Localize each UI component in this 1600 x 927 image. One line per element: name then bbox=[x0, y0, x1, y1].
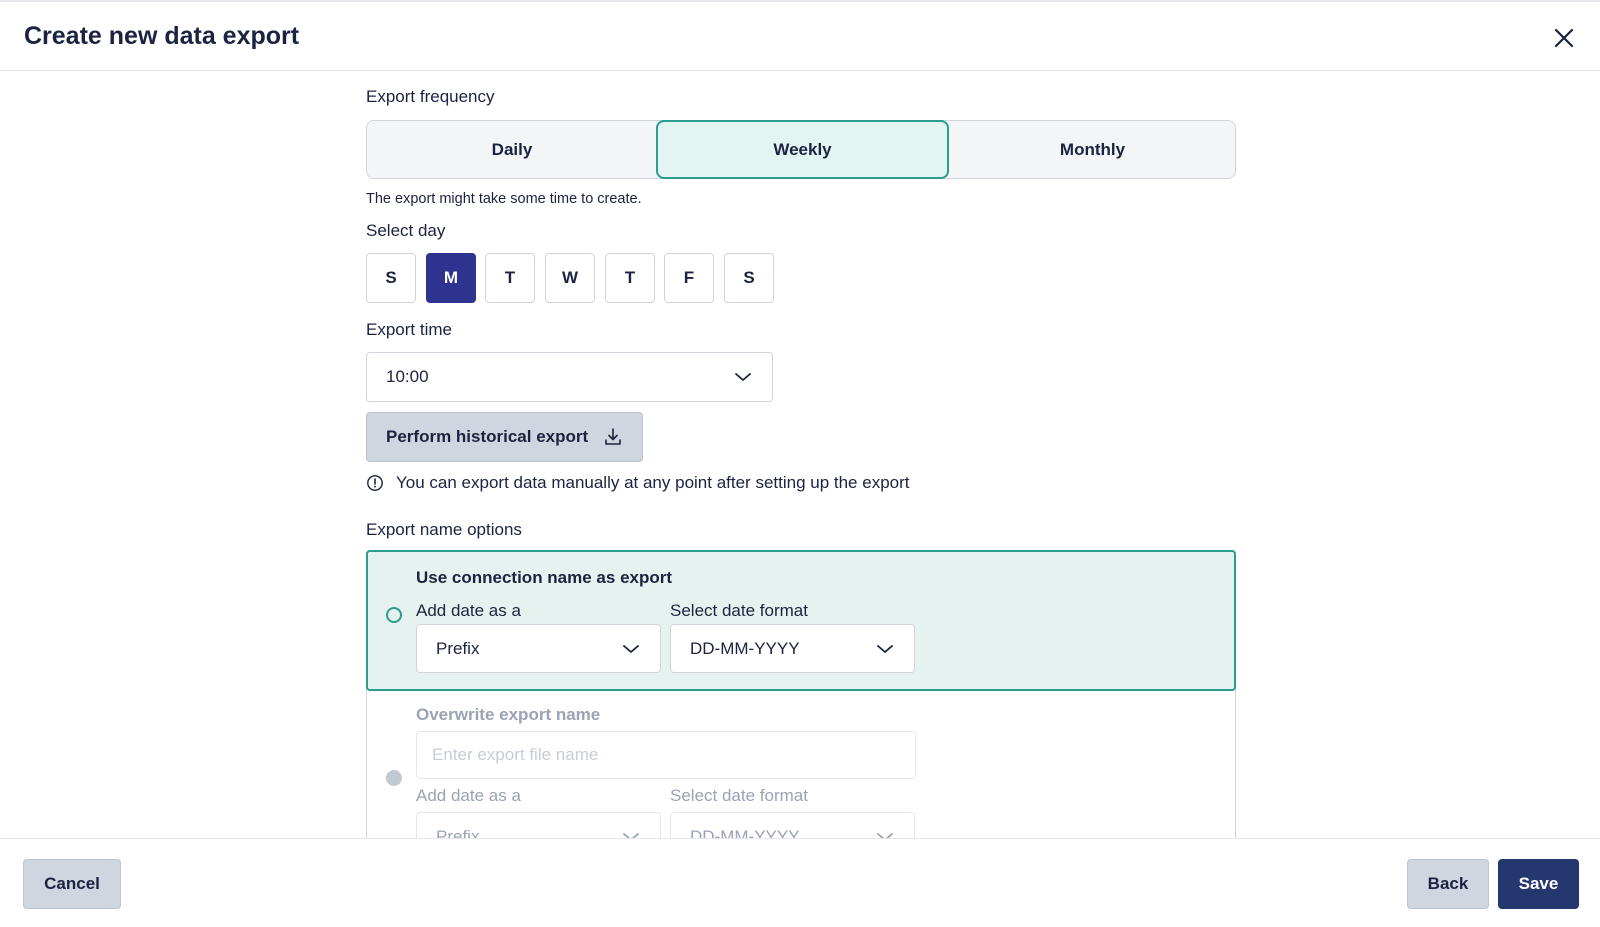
historical-export-label: Perform historical export bbox=[386, 427, 589, 446]
day-button-friday[interactable]: F bbox=[664, 253, 714, 303]
dialog-header: Create new data export bbox=[0, 2, 1600, 71]
close-button[interactable] bbox=[1548, 22, 1580, 54]
connection-date-position-label: Add date as a bbox=[416, 601, 521, 620]
frequency-label: Export frequency bbox=[366, 87, 495, 106]
dialog-title: Create new data export bbox=[24, 22, 300, 50]
connection-date-format-select[interactable]: DD-MM-YYYY bbox=[670, 624, 915, 673]
frequency-option-weekly[interactable]: Weekly bbox=[656, 120, 949, 179]
connection-date-position-select[interactable]: Prefix bbox=[416, 624, 661, 673]
frequency-option-daily[interactable]: Daily bbox=[367, 120, 657, 179]
overwrite-date-position-select[interactable]: Prefix bbox=[416, 812, 661, 838]
frequency-hint: The export might take some time to creat… bbox=[366, 191, 642, 207]
back-button[interactable]: Back bbox=[1407, 859, 1489, 909]
overwrite-date-format-label: Select date format bbox=[670, 786, 808, 805]
radio-overwrite-name[interactable] bbox=[386, 770, 402, 786]
cancel-button[interactable]: Cancel bbox=[23, 859, 121, 909]
chevron-down-icon bbox=[623, 644, 639, 653]
info-icon bbox=[367, 475, 383, 491]
option-overwrite-title: Overwrite export name bbox=[416, 705, 601, 724]
overwrite-date-position-value: Prefix bbox=[436, 826, 480, 839]
download-icon bbox=[605, 428, 621, 445]
save-button[interactable]: Save bbox=[1498, 859, 1579, 909]
historical-export-info-text: You can export data manually at any poin… bbox=[396, 473, 910, 492]
historical-export-info: You can export data manually at any poin… bbox=[366, 473, 910, 493]
select-day-label: Select day bbox=[366, 221, 446, 240]
export-time-value: 10:00 bbox=[386, 367, 429, 386]
connection-date-format-label: Select date format bbox=[670, 601, 808, 620]
historical-export-button[interactable]: Perform historical export bbox=[366, 412, 643, 462]
name-options-label: Export name options bbox=[366, 520, 522, 539]
frequency-option-monthly[interactable]: Monthly bbox=[949, 120, 1236, 179]
radio-connection-name[interactable] bbox=[386, 607, 402, 623]
day-button-sunday[interactable]: S bbox=[366, 253, 416, 303]
day-button-saturday[interactable]: S bbox=[724, 253, 774, 303]
option-connection-title: Use connection name as export bbox=[416, 568, 673, 587]
connection-date-format-value: DD-MM-YYYY bbox=[690, 638, 800, 658]
day-button-monday[interactable]: M bbox=[426, 253, 476, 303]
overwrite-date-format-value: DD-MM-YYYY bbox=[690, 826, 800, 839]
chevron-down-icon bbox=[735, 373, 751, 381]
overwrite-date-position-label: Add date as a bbox=[416, 786, 521, 805]
day-button-tuesday[interactable]: T bbox=[485, 253, 535, 303]
chevron-down-icon bbox=[877, 644, 893, 653]
dialog-body: Export frequency Daily Weekly Monthly Th… bbox=[0, 72, 1600, 838]
export-file-name-input[interactable] bbox=[416, 731, 916, 779]
close-icon bbox=[1554, 28, 1574, 48]
overwrite-date-format-select[interactable]: DD-MM-YYYY bbox=[670, 812, 915, 838]
frequency-segmented-control: Daily Weekly Monthly bbox=[366, 120, 1236, 179]
dialog-footer: Cancel Back Save bbox=[0, 838, 1600, 927]
export-time-select[interactable]: 10:00 bbox=[366, 352, 773, 402]
day-button-wednesday[interactable]: W bbox=[545, 253, 595, 303]
day-button-thursday[interactable]: T bbox=[605, 253, 655, 303]
export-time-label: Export time bbox=[366, 320, 452, 339]
connection-date-position-value: Prefix bbox=[436, 638, 480, 658]
